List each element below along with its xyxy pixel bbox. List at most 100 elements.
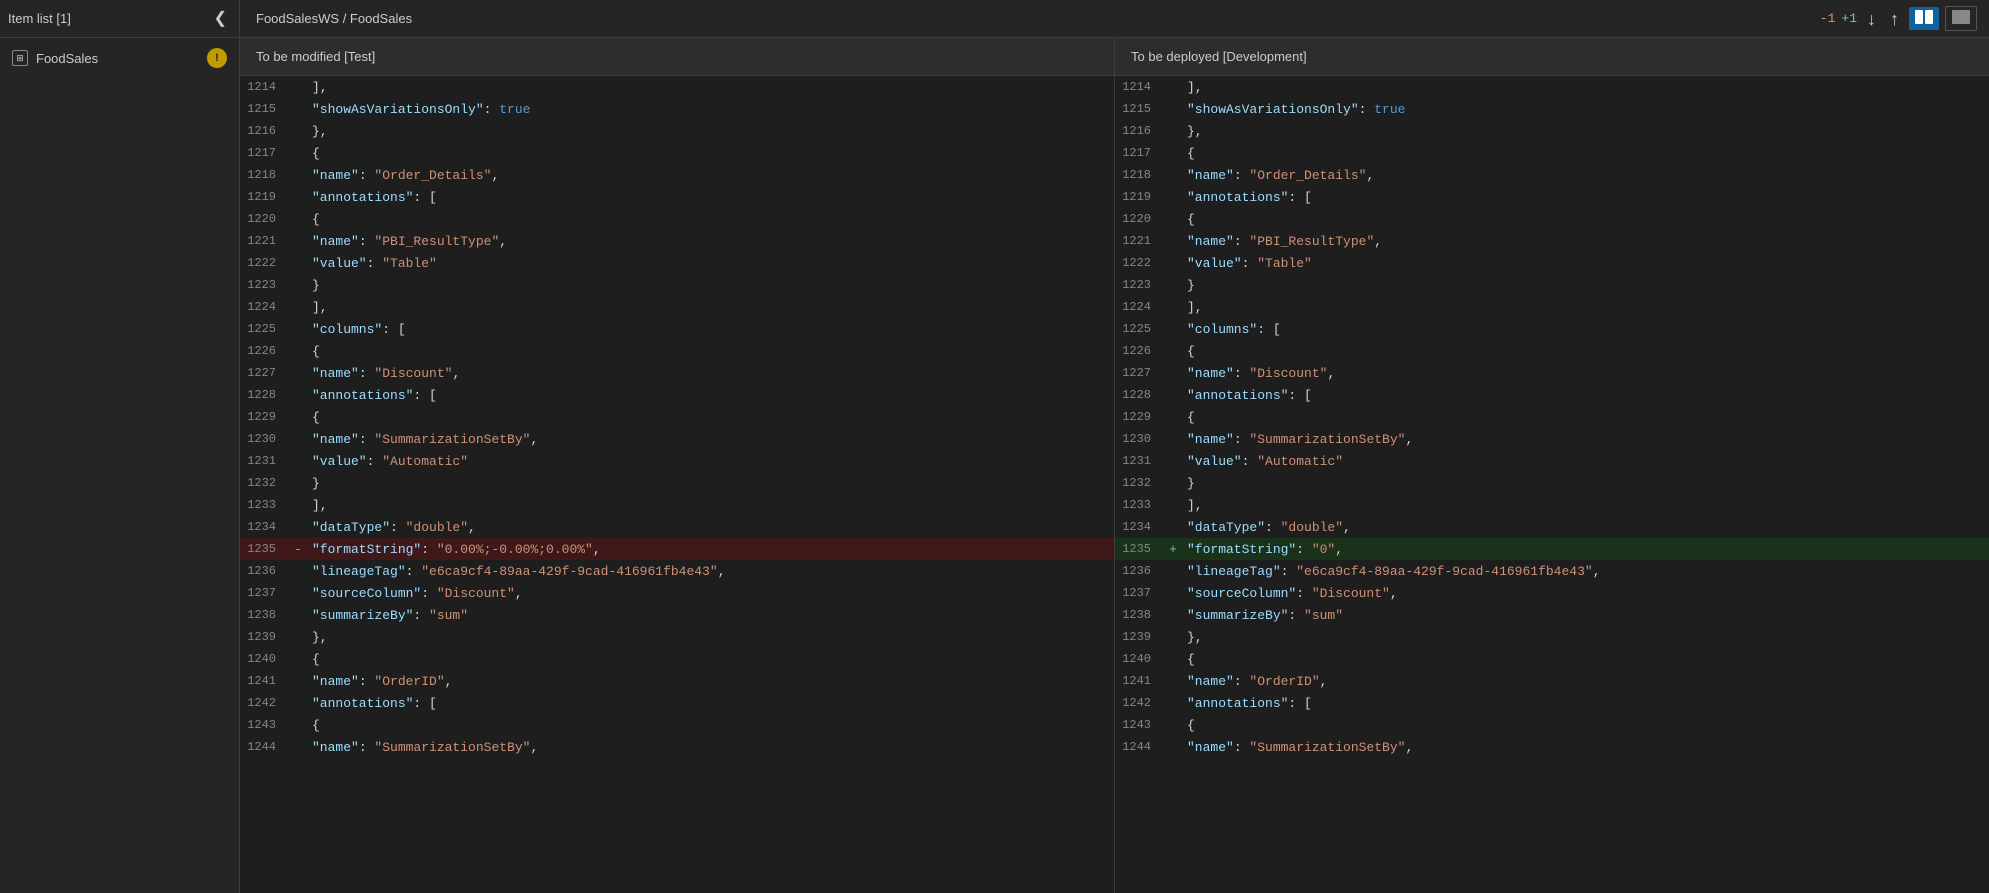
line-number: 1242 — [240, 696, 288, 710]
line-number: 1238 — [240, 608, 288, 622]
line-number: 1228 — [1115, 388, 1163, 402]
line-number: 1224 — [1115, 300, 1163, 314]
line-content: } — [308, 476, 320, 491]
top-actions: -1 +1 ↓ ↑ — [1808, 6, 1989, 31]
line-number: 1236 — [1115, 564, 1163, 578]
table-row: 1224 ], — [1115, 296, 1989, 318]
line-number: 1216 — [240, 124, 288, 138]
table-row: 1223 } — [1115, 274, 1989, 296]
diff-neg-count: -1 — [1820, 11, 1836, 26]
table-row: 1221 "name": "PBI_ResultType", — [240, 230, 1114, 252]
table-icon: ⊞ — [12, 50, 28, 66]
sidebar-item-foodsales[interactable]: ⊞ FoodSales ! — [0, 42, 239, 74]
line-content: }, — [308, 124, 328, 139]
navigate-down-button[interactable]: ↓ — [1863, 8, 1880, 30]
line-content: "annotations": [ — [308, 388, 437, 403]
line-number: 1240 — [240, 652, 288, 666]
line-number: 1227 — [1115, 366, 1163, 380]
line-number: 1222 — [240, 256, 288, 270]
line-number: 1239 — [240, 630, 288, 644]
table-row: 1219 "annotations": [ — [240, 186, 1114, 208]
table-row: 1232 } — [240, 472, 1114, 494]
navigate-up-button[interactable]: ↑ — [1886, 8, 1903, 30]
line-content: } — [308, 278, 320, 293]
line-content: "name": "Discount", — [308, 366, 460, 381]
line-content: "columns": [ — [1183, 322, 1281, 337]
right-panel-header: To be deployed [Development] — [1115, 38, 1989, 75]
line-number: 1218 — [240, 168, 288, 182]
table-row: 1230 "name": "SummarizationSetBy", — [240, 428, 1114, 450]
line-content: "showAsVariationsOnly": true — [308, 102, 530, 117]
left-diff-panel[interactable]: 1214 ],1215 "showAsVariationsOnly": true… — [240, 76, 1115, 893]
line-content: { — [1183, 718, 1195, 733]
line-content: "value": "Automatic" — [308, 454, 468, 469]
line-content: { — [1183, 212, 1195, 227]
table-row: 1231 "value": "Automatic" — [240, 450, 1114, 472]
table-row: 1240 { — [240, 648, 1114, 670]
sidebar-item-label: FoodSales — [36, 51, 199, 66]
line-content: { — [308, 344, 320, 359]
table-row: 1233 ], — [1115, 494, 1989, 516]
line-content: { — [308, 718, 320, 733]
breadcrumb-text: FoodSalesWS / FoodSales — [256, 11, 412, 26]
table-row: 1224 ], — [240, 296, 1114, 318]
line-content: "annotations": [ — [308, 190, 437, 205]
split-view-button[interactable] — [1909, 7, 1939, 30]
table-row: 1241 "name": "OrderID", — [1115, 670, 1989, 692]
line-content: "name": "SummarizationSetBy", — [308, 740, 538, 755]
line-content: "lineageTag": "e6ca9cf4-89aa-429f-9cad-4… — [1183, 564, 1601, 579]
line-content: ], — [308, 498, 328, 513]
line-number: 1219 — [240, 190, 288, 204]
line-number: 1235 — [240, 542, 288, 556]
line-content: "formatString": "0.00%;-0.00%;0.00%", — [308, 542, 601, 557]
table-row: 1232 } — [1115, 472, 1989, 494]
table-row: 1228 "annotations": [ — [1115, 384, 1989, 406]
line-content: { — [1183, 344, 1195, 359]
line-number: 1232 — [1115, 476, 1163, 490]
table-row: 1236 "lineageTag": "e6ca9cf4-89aa-429f-9… — [240, 560, 1114, 582]
collapse-button[interactable]: ❮ — [210, 9, 231, 29]
table-row: 1234 "dataType": "double", — [1115, 516, 1989, 538]
line-number: 1215 — [240, 102, 288, 116]
table-row: 1218 "name": "Order_Details", — [1115, 164, 1989, 186]
line-number: 1235 — [1115, 542, 1163, 556]
line-number: 1234 — [1115, 520, 1163, 534]
line-number: 1217 — [1115, 146, 1163, 160]
line-content: "name": "Order_Details", — [1183, 168, 1374, 183]
line-content: ], — [1183, 80, 1203, 95]
table-row: 1220 { — [240, 208, 1114, 230]
table-row: 1220 { — [1115, 208, 1989, 230]
line-number: 1229 — [240, 410, 288, 424]
table-row: 1219 "annotations": [ — [1115, 186, 1989, 208]
line-number: 1239 — [1115, 630, 1163, 644]
table-row: 1227 "name": "Discount", — [1115, 362, 1989, 384]
line-content: } — [1183, 476, 1195, 491]
line-content: "value": "Automatic" — [1183, 454, 1343, 469]
line-content: "dataType": "double", — [308, 520, 476, 535]
line-gutter: + — [1163, 542, 1183, 557]
table-row: 1229 { — [240, 406, 1114, 428]
line-content: "showAsVariationsOnly": true — [1183, 102, 1405, 117]
table-row: 1228 "annotations": [ — [240, 384, 1114, 406]
item-list-panel: Item list [1] ❮ — [0, 0, 240, 37]
table-row: 1244 "name": "SummarizationSetBy", — [240, 736, 1114, 758]
line-content: "summarizeBy": "sum" — [1183, 608, 1343, 623]
item-list-title: Item list [1] — [8, 11, 210, 26]
table-row: 1230 "name": "SummarizationSetBy", — [1115, 428, 1989, 450]
line-number: 1237 — [1115, 586, 1163, 600]
inline-view-button[interactable] — [1945, 6, 1977, 31]
left-panel-title: To be modified [Test] — [256, 49, 375, 64]
line-content: "lineageTag": "e6ca9cf4-89aa-429f-9cad-4… — [308, 564, 726, 579]
item-badge: ! — [207, 48, 227, 68]
right-diff-panel[interactable]: 1214 ],1215 "showAsVariationsOnly": true… — [1115, 76, 1989, 893]
line-content: "name": "OrderID", — [308, 674, 452, 689]
line-number: 1221 — [1115, 234, 1163, 248]
line-number: 1243 — [1115, 718, 1163, 732]
left-lines-container: 1214 ],1215 "showAsVariationsOnly": true… — [240, 76, 1114, 758]
line-content: { — [1183, 652, 1195, 667]
line-number: 1236 — [240, 564, 288, 578]
line-number: 1221 — [240, 234, 288, 248]
table-row: 1226 { — [240, 340, 1114, 362]
line-content: "annotations": [ — [308, 696, 437, 711]
right-panel-title: To be deployed [Development] — [1131, 49, 1307, 64]
